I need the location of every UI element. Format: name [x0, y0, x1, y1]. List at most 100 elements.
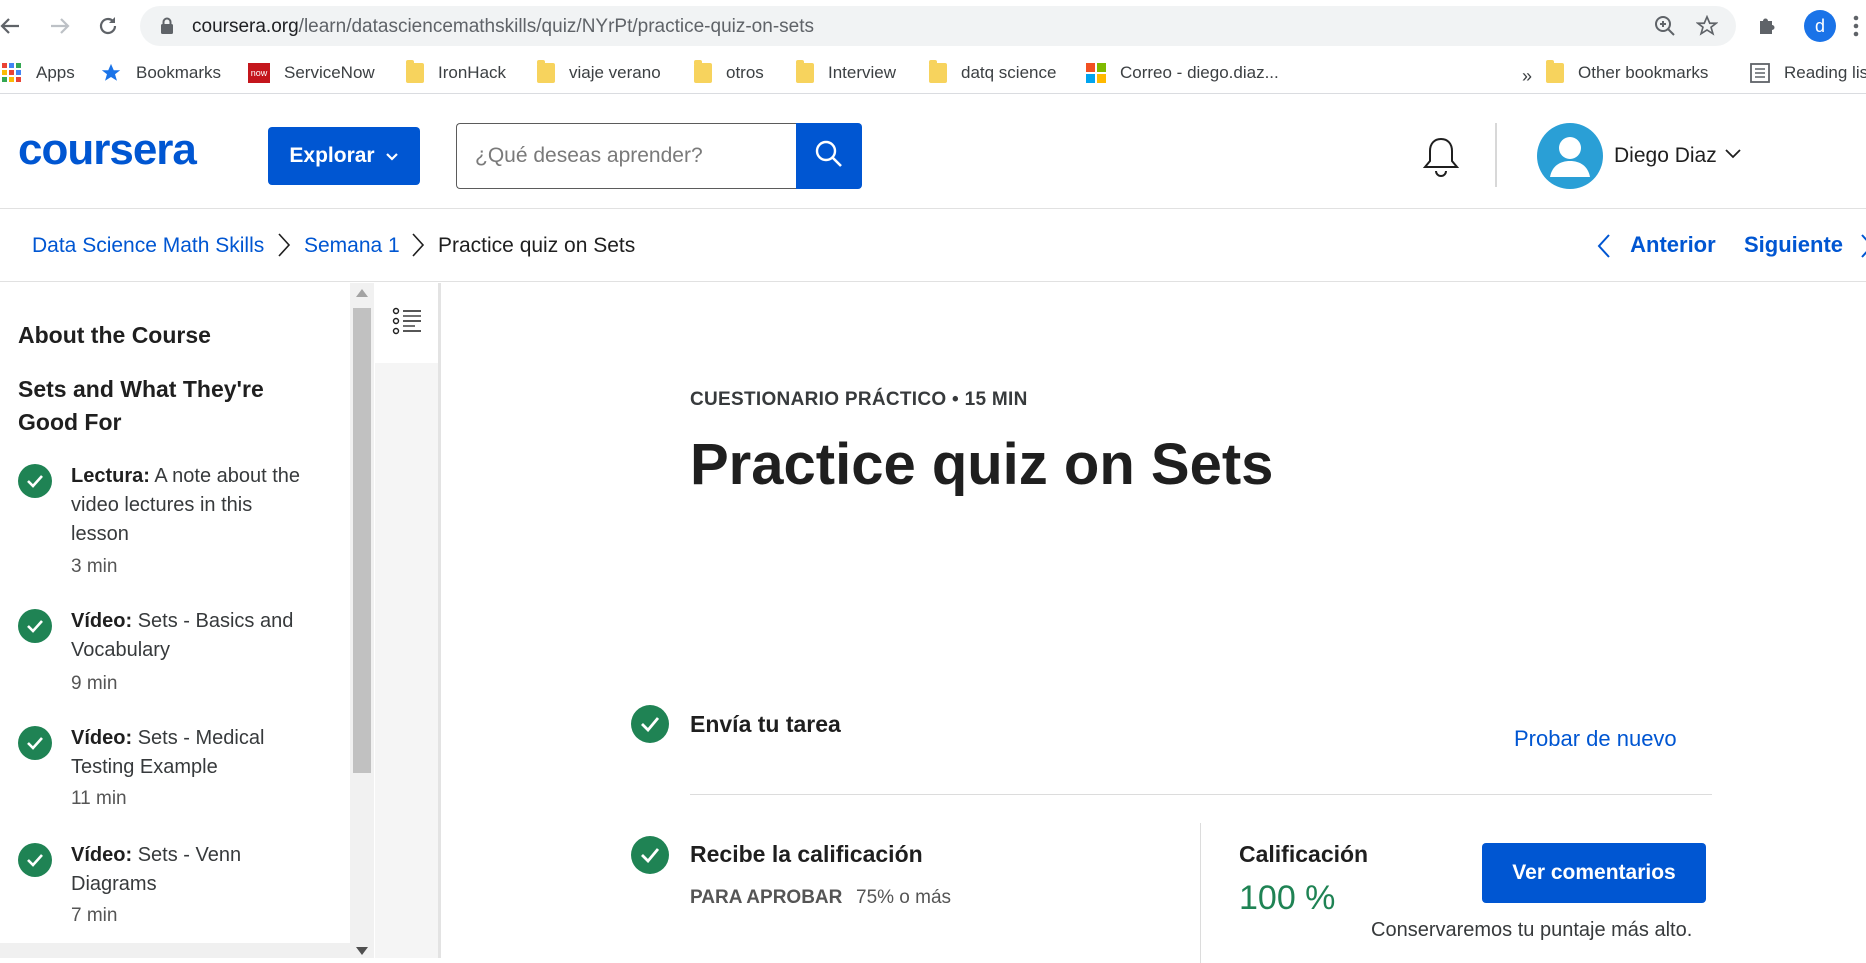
- highest-score-note: Conservaremos tu puntaje más alto.: [1371, 919, 1693, 941]
- servicenow-icon: now: [248, 63, 270, 83]
- zoom-icon[interactable]: [1654, 15, 1676, 42]
- retry-link[interactable]: Probar de nuevo: [1514, 726, 1677, 752]
- search-button[interactable]: [796, 123, 862, 189]
- next-label: Siguiente: [1744, 232, 1844, 257]
- completed-check-icon: [18, 726, 52, 760]
- back-arrow-icon[interactable]: [0, 12, 24, 40]
- apps-grid-icon: [2, 63, 22, 83]
- lesson-text: Vídeo: Sets - Medical Testing Example: [71, 727, 265, 778]
- bookmark-label: otros: [726, 63, 764, 82]
- page-title: Practice quiz on Sets: [690, 432, 1274, 497]
- step-divider: [690, 794, 1712, 795]
- address-bar[interactable]: coursera.org/learn/datasciencemathskills…: [140, 6, 1736, 46]
- url-text: coursera.org/learn/datasciencemathskills…: [192, 16, 814, 37]
- list-menu-icon: [392, 307, 422, 340]
- completed-check-icon: [18, 464, 52, 498]
- folder-icon: [929, 60, 947, 83]
- completed-check-icon: [18, 609, 52, 643]
- next-link[interactable]: Siguiente: [1744, 232, 1866, 259]
- bookmark-ironhack[interactable]: IronHack: [406, 60, 506, 85]
- lesson-duration: 11 min: [71, 788, 127, 809]
- sidebar-lesson-item[interactable]: Vídeo: Sets - Medical Testing Example 11…: [18, 724, 308, 814]
- folder-icon: [694, 60, 712, 83]
- folder-icon: [537, 60, 555, 83]
- bookmark-star-icon[interactable]: [1695, 14, 1719, 42]
- header-divider: [1495, 123, 1497, 187]
- chevron-right-icon: [1861, 234, 1866, 258]
- breadcrumb-week[interactable]: Semana 1: [304, 234, 400, 258]
- submit-step-title: Envía tu tarea: [690, 711, 841, 737]
- extensions-puzzle-icon[interactable]: [1756, 12, 1780, 41]
- course-outline-sidebar: About the Course Sets and What They're G…: [0, 283, 374, 958]
- sidebar-about-heading[interactable]: About the Course: [18, 319, 211, 352]
- grade-divider: [1200, 823, 1201, 963]
- bookmark-label: Interview: [828, 63, 897, 82]
- search-input[interactable]: [456, 123, 796, 189]
- bookmark-label: datq science: [961, 63, 1057, 82]
- step-complete-check-icon: [631, 836, 669, 874]
- reload-icon[interactable]: [94, 12, 122, 40]
- quiz-kicker: CUESTIONARIO PRÁCTICO • 15 MIN: [690, 389, 1028, 410]
- previous-link[interactable]: Anterior: [1596, 232, 1716, 259]
- view-feedback-button[interactable]: Ver comentarios: [1482, 843, 1706, 903]
- search-icon: [814, 139, 844, 174]
- completed-check-icon: [18, 843, 52, 877]
- lock-icon: [160, 17, 174, 40]
- bookmark-bookmarks[interactable]: Bookmarks: [100, 61, 221, 85]
- bookmark-correo[interactable]: Correo - diego.diaz...: [1086, 61, 1279, 85]
- user-name[interactable]: Diego Diaz: [1614, 144, 1717, 168]
- grade-step-title: Recibe la calificación: [690, 841, 923, 867]
- sidebar-scrollbar[interactable]: [350, 283, 374, 958]
- quiz-main-content: CUESTIONARIO PRÁCTICO • 15 MIN Practice …: [444, 283, 1866, 963]
- bookmark-servicenow[interactable]: now ServiceNow: [248, 61, 375, 85]
- scroll-down-arrow-icon[interactable]: [356, 947, 368, 955]
- bookmark-otros[interactable]: otros: [694, 60, 764, 85]
- chevron-down-icon: [385, 144, 399, 168]
- browser-toolbar: coursera.org/learn/datasciencemathskills…: [0, 0, 1866, 52]
- lesson-duration: 7 min: [71, 905, 118, 926]
- previous-label: Anterior: [1630, 232, 1716, 257]
- lesson-text: Lectura: A note about the video lectures…: [71, 465, 301, 545]
- scroll-up-arrow-icon[interactable]: [356, 289, 368, 297]
- bookmark-reading-list[interactable]: Reading list: [1750, 61, 1866, 85]
- more-menu-icon[interactable]: [1852, 14, 1860, 43]
- bookmark-label: Other bookmarks: [1578, 63, 1709, 82]
- breadcrumb-course[interactable]: Data Science Math Skills: [32, 234, 264, 258]
- bookmarks-overflow-chevron[interactable]: »: [1522, 66, 1532, 87]
- reading-list-icon: [1750, 63, 1770, 83]
- bookmark-viaje-verano[interactable]: viaje verano: [537, 60, 661, 85]
- bookmark-apps[interactable]: Apps: [2, 61, 75, 85]
- explore-button[interactable]: Explorar: [268, 127, 420, 185]
- lesson-duration: 9 min: [71, 673, 118, 694]
- forward-arrow-icon[interactable]: [46, 12, 74, 40]
- sidebar-section-heading[interactable]: Sets and What They're Good For: [18, 373, 318, 439]
- profile-avatar-chip[interactable]: d: [1804, 10, 1836, 42]
- sidebar-bottom-edge: [0, 943, 350, 958]
- bookmark-datq-science[interactable]: datq science: [929, 60, 1057, 85]
- folder-icon: [796, 60, 814, 83]
- bookmark-interview[interactable]: Interview: [796, 60, 897, 85]
- chevron-down-icon[interactable]: [1724, 147, 1742, 165]
- chevron-right-icon: [411, 232, 425, 263]
- user-avatar[interactable]: [1537, 123, 1603, 189]
- pass-requirement-label: PARA APROBAR: [690, 887, 843, 908]
- pass-requirement-value: 75% o más: [856, 887, 952, 908]
- grade-label: Calificación: [1239, 841, 1369, 867]
- lesson-duration: 3 min: [71, 556, 118, 577]
- breadcrumb: Data Science Math Skills Semana 1 Practi…: [0, 210, 1866, 282]
- sidebar-lesson-item[interactable]: Lectura: A note about the video lectures…: [18, 462, 308, 582]
- scrollbar-thumb[interactable]: [353, 308, 371, 773]
- outline-toggle-button[interactable]: [375, 283, 438, 363]
- outline-toggle-rail: [375, 283, 441, 958]
- notifications-bell-icon[interactable]: [1420, 135, 1462, 184]
- step-complete-check-icon: [631, 705, 669, 743]
- microsoft-logo-icon: [1086, 63, 1106, 83]
- bookmark-other[interactable]: Other bookmarks: [1546, 60, 1709, 85]
- sidebar-lesson-item[interactable]: Vídeo: Sets - Basics and Vocabulary 9 mi…: [18, 607, 308, 697]
- explore-label: Explorar: [289, 144, 375, 167]
- sidebar-lesson-item[interactable]: Vídeo: Sets - Venn Diagrams 7 min: [18, 841, 308, 931]
- coursera-logo[interactable]: coursera: [18, 125, 197, 175]
- bookmark-label: Reading list: [1784, 63, 1866, 82]
- breadcrumb-current: Practice quiz on Sets: [438, 234, 636, 257]
- lesson-text: Vídeo: Sets - Venn Diagrams: [71, 844, 242, 895]
